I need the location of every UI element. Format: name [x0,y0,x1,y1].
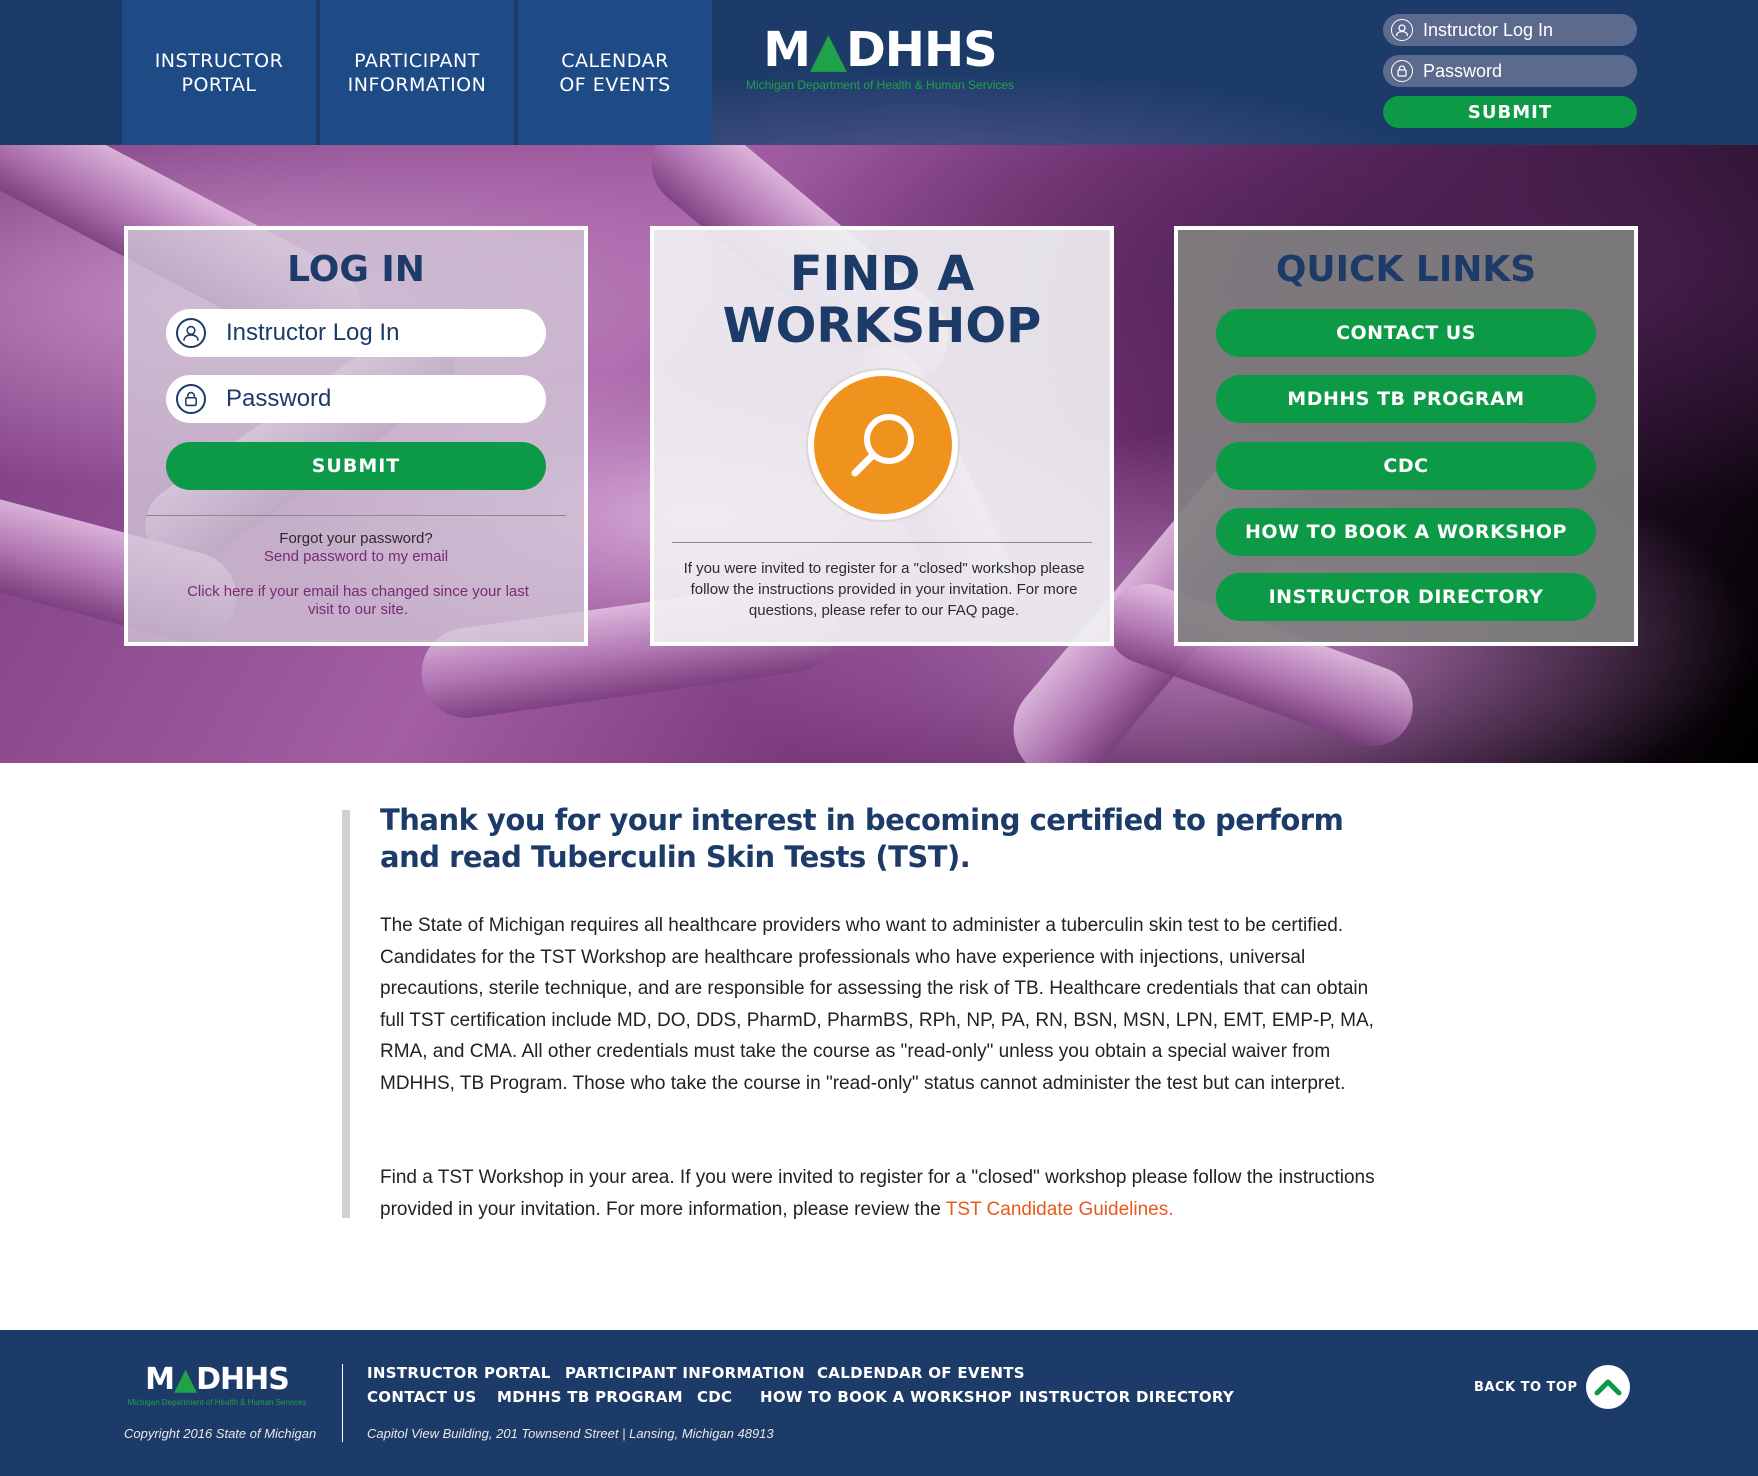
site-footer: M▲DHHS Michigan Department of Health & H… [0,1330,1758,1476]
footer-mdhhs-logo[interactable]: M▲DHHS Michigan Department of Health & H… [120,1362,314,1408]
quick-links-title: QUICK LINKS [1275,249,1537,290]
footer-link-instructor-directory[interactable]: INSTRUCTOR DIRECTORY [1019,1388,1234,1406]
nav-participant-information[interactable]: PARTICIPANT INFORMATION [320,0,514,145]
header-password-placeholder: Password [1423,60,1503,81]
find-divider [672,542,1092,543]
find-workshop-panel: FIND A WORKSHOP If you were invited to r… [650,226,1114,646]
user-icon [176,318,206,348]
find-title-line2: WORKSHOP [722,298,1042,354]
copyright-text: Copyright 2016 State of Michigan [124,1426,317,1441]
quick-link-how-to-book[interactable]: HOW TO BOOK A WORKSHOP [1216,508,1596,556]
footer-logo-m: M [145,1362,175,1397]
logo-subtitle: Michigan Department of Health & Human Se… [745,78,1015,92]
michigan-map-icon: ▲ [810,22,847,78]
quick-links-panel: QUICK LINKS CONTACT US MDHHS TB PROGRAM … [1174,226,1638,646]
find-workshop-search-button[interactable] [808,370,958,520]
login-password-field[interactable]: Password [166,375,546,423]
login-submit-button[interactable]: SUBMIT [166,442,546,490]
footer-link-calendar-of-events[interactable]: CALDENDAR OF EVENTS [817,1364,1025,1382]
tst-guidelines-link[interactable]: TST Candidate Guidelines. [946,1199,1174,1220]
login-title: LOG IN [287,249,425,290]
nav-calendar-of-events[interactable]: CALENDAR OF EVENTS [518,0,712,145]
lock-icon [1391,60,1413,82]
nav-instructor-portal[interactable]: INSTRUCTOR PORTAL [122,0,316,145]
header-username-placeholder: Instructor Log In [1423,19,1554,40]
back-to-top-label[interactable]: BACK TO TOP [1474,1380,1578,1395]
footer-link-mdhhs-tb-program[interactable]: MDHHS TB PROGRAM [497,1388,683,1406]
header-password-field[interactable]: Password [1383,55,1637,87]
logo-rest: DHHS [845,22,998,78]
footer-link-how-to-book[interactable]: HOW TO BOOK A WORKSHOP [760,1388,1012,1406]
content-paragraph-1: The State of Michigan requires all healt… [380,915,1374,1094]
footer-link-instructor-portal[interactable]: INSTRUCTOR PORTAL [367,1364,551,1382]
email-changed-link[interactable]: Click here if your email has changed sin… [178,583,538,619]
header-username-field[interactable]: Instructor Log In [1383,14,1637,46]
quick-link-mdhhs-tb-program[interactable]: MDHHS TB PROGRAM [1216,375,1596,423]
footer-logo-rest: DHHS [196,1362,290,1397]
footer-logo-subtitle: Michigan Department of Health & Human Se… [127,1398,307,1407]
content-paragraph-2: Find a TST Workshop in your area. If you… [380,1162,1380,1225]
login-divider [146,515,566,516]
footer-link-participant-information[interactable]: PARTICIPANT INFORMATION [565,1364,805,1382]
footer-logo-wordmark: M▲DHHS [120,1362,314,1398]
lock-icon [176,384,206,414]
find-title-line1: FIND A [789,246,975,302]
content-accent-bar [342,810,350,1218]
login-password-placeholder: Password [226,385,332,412]
back-to-top-button[interactable] [1586,1365,1630,1409]
forgot-password-text: Forgot your password? [279,530,433,547]
logo-m: M [763,22,811,78]
header-submit-button[interactable]: SUBMIT [1383,96,1637,128]
logo-wordmark: M▲DHHS [742,22,1018,78]
content-heading: Thank you for your interest in becoming … [380,803,1344,874]
footer-address: Capitol View Building, 201 Townsend Stre… [367,1426,774,1441]
site-header: INSTRUCTOR PORTAL PARTICIPANT INFORMATIO… [0,0,1758,145]
find-workshop-text: If you were invited to register for a "c… [683,560,1085,619]
footer-separator [342,1364,343,1442]
content-paragraph-2-text: Find a TST Workshop in your area. If you… [380,1167,1375,1220]
quick-link-cdc[interactable]: CDC [1216,442,1596,490]
search-icon [851,414,914,477]
footer-link-contact-us[interactable]: CONTACT US [367,1388,476,1406]
michigan-map-icon: ▲ [174,1362,197,1397]
quick-link-contact-us[interactable]: CONTACT US [1216,309,1596,357]
send-password-link[interactable]: Send password to my email [128,548,584,566]
find-workshop-title: FIND A WORKSHOP [654,248,1110,352]
mdhhs-logo[interactable]: M▲DHHS Michigan Department of Health & H… [742,22,1018,112]
quick-link-instructor-directory[interactable]: INSTRUCTOR DIRECTORY [1216,573,1596,621]
footer-link-cdc[interactable]: CDC [697,1388,732,1406]
login-username-field[interactable]: Instructor Log In [166,309,546,357]
user-icon [1391,19,1413,41]
login-panel: LOG IN Instructor Log In Password SUBMIT… [124,226,588,646]
login-username-placeholder: Instructor Log In [226,319,400,346]
chevron-up-icon [1594,1379,1622,1396]
